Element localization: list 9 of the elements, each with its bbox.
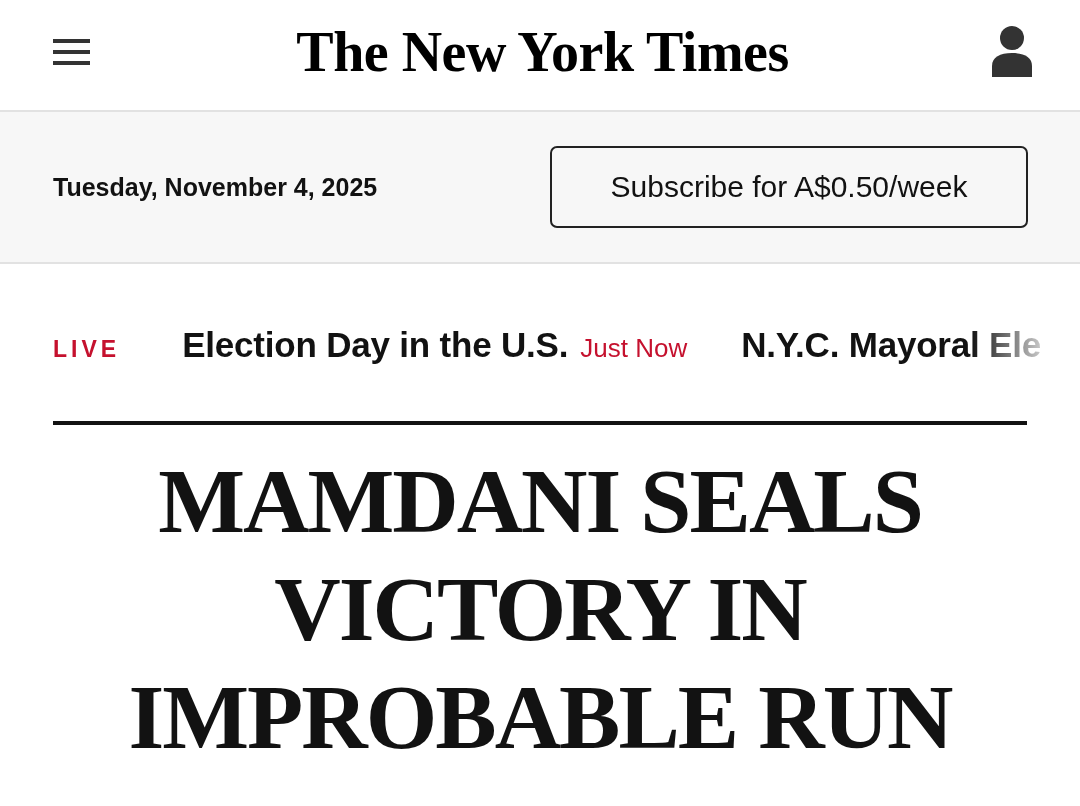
- timestamp: Just Now: [580, 332, 688, 364]
- live-story-link[interactable]: Election Day in the U.S.: [182, 324, 569, 365]
- site-logo[interactable]: The New York Times: [296, 22, 789, 84]
- live-label: LIVE: [53, 335, 121, 363]
- menu-icon[interactable]: [53, 39, 90, 65]
- headline[interactable]: MAMDANI SEALS VICTORY IN IMPROBABLE RUN: [90, 447, 990, 771]
- account-icon[interactable]: [992, 25, 1032, 77]
- subscribe-button[interactable]: Subscribe for A$0.50/week: [550, 146, 1028, 228]
- date-text: Tuesday, November 4, 2025: [53, 172, 378, 202]
